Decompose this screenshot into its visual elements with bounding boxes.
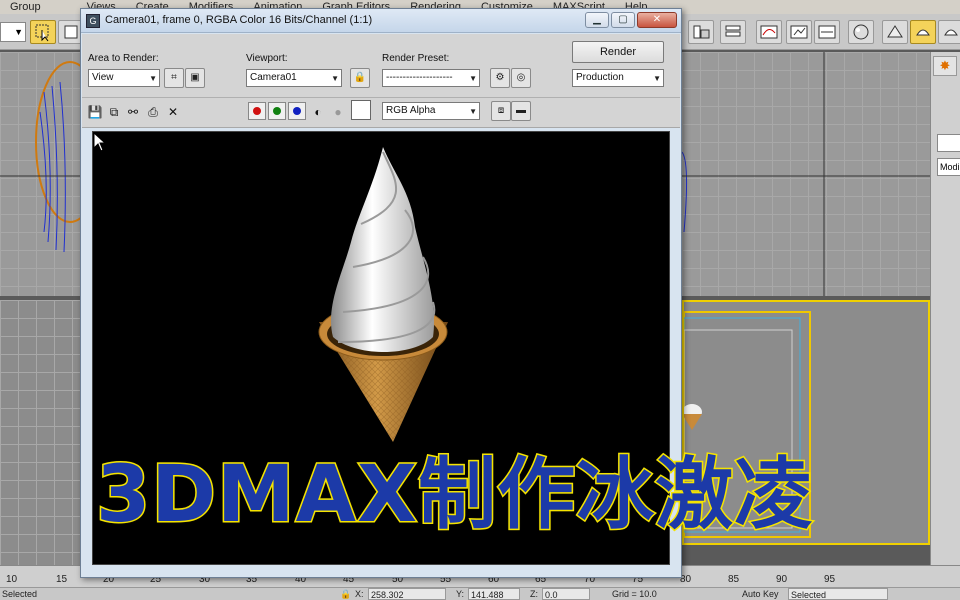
mouse-cursor-icon (93, 132, 107, 152)
area-to-render-dropdown[interactable]: View ▼ (88, 69, 160, 87)
production-dropdown[interactable]: Production ▼ (572, 69, 664, 87)
selection-status: Selected (2, 589, 38, 599)
clear-icon[interactable]: ✕ (164, 103, 182, 121)
minimize-button[interactable]: ▁ (585, 12, 609, 28)
command-panel: ✸ Modi (930, 52, 960, 565)
layer-manager-button[interactable] (720, 20, 746, 44)
lock-viewport-button[interactable]: 🔒 (350, 68, 370, 88)
render-setup-button[interactable] (882, 20, 908, 44)
viewport-value: Camera01 (250, 72, 297, 83)
monochrome-icon[interactable]: ● (329, 103, 347, 121)
grid-size-status: Grid = 10.0 (612, 589, 657, 599)
viewport-label: Viewport: (246, 53, 288, 64)
align-button[interactable] (688, 20, 714, 44)
auto-region-button[interactable]: ▣ (185, 68, 205, 88)
dropdown-arrow-icon: ▼ (469, 74, 477, 83)
viewport-top-right[interactable] (682, 52, 930, 296)
clone-frame-icon[interactable]: ⚯ (124, 103, 142, 121)
key-filter-dropdown[interactable]: Selected (788, 588, 888, 600)
schematic-view-button[interactable] (786, 20, 812, 44)
x-coordinate-field[interactable]: 258.302 (368, 588, 446, 600)
blue-channel-toggle[interactable] (288, 102, 306, 120)
alpha-channel-icon[interactable]: ◐ (309, 103, 327, 121)
z-label: Z: (530, 589, 538, 599)
dropdown-arrow-icon: ▼ (149, 74, 157, 83)
x-coordinate-value: 258.302 (371, 590, 404, 600)
create-tab-icon[interactable]: ✸ (933, 56, 957, 76)
z-coordinate-field[interactable]: 0.0 (542, 588, 590, 600)
tick-label: 95 (824, 574, 836, 585)
y-label: Y: (456, 589, 465, 599)
quick-render-button[interactable] (938, 20, 960, 44)
z-coordinate-value: 0.0 (545, 590, 558, 600)
selection-filter-dropdown[interactable]: ▼ (0, 22, 26, 42)
y-coordinate-field[interactable]: 141.488 (468, 588, 520, 600)
toggle-ui-button[interactable]: ▬ (511, 101, 531, 121)
render-setup-button[interactable]: ⚙ (490, 68, 510, 88)
render-button[interactable]: Render (572, 41, 664, 63)
video-title-overlay: 3DMAX制作冰激凌 (94, 449, 814, 542)
dope-sheet-button[interactable] (814, 20, 840, 44)
tick-label: 15 (56, 574, 68, 585)
3dsmax-app-icon: G (86, 14, 100, 28)
dropdown-arrow-icon: ▼ (331, 74, 339, 83)
key-filter-value: Selected (791, 590, 827, 600)
toolbar-divider (82, 97, 680, 98)
wireframe-cone-right (682, 52, 930, 296)
tick-label: 90 (776, 574, 788, 585)
edit-region-button[interactable]: ⌗ (164, 68, 184, 88)
y-coordinate-value: 141.488 (471, 590, 504, 600)
area-to-render-label: Area to Render: (88, 53, 159, 64)
save-image-icon[interactable]: 💾 (86, 103, 104, 121)
window-title: Camera01, frame 0, RGBA Color 16 Bits/Ch… (105, 14, 373, 26)
green-channel-toggle[interactable] (268, 102, 286, 120)
viewport-grid (0, 300, 80, 565)
tick-label: 10 (6, 574, 18, 585)
select-object-button[interactable] (30, 20, 56, 44)
production-value: Production (576, 72, 624, 83)
modifier-list-dropdown[interactable]: Modi (937, 158, 960, 176)
swirl-cream (330, 147, 434, 352)
object-name-field[interactable] (937, 134, 960, 152)
display-channel-value: RGB Alpha (386, 105, 436, 116)
menu-group[interactable]: Group (0, 1, 51, 13)
area-to-render-value: View (92, 72, 114, 83)
lock-selection-icon[interactable]: 🔒 (340, 589, 351, 600)
window-titlebar[interactable]: G Camera01, frame 0, RGBA Color 16 Bits/… (81, 9, 681, 33)
dropdown-arrow-icon: ▼ (653, 74, 661, 83)
viewport-top-left[interactable] (0, 52, 80, 296)
close-button[interactable]: ✕ (637, 12, 677, 28)
curve-editor-button[interactable] (756, 20, 782, 44)
render-preset-label: Render Preset: (382, 53, 450, 64)
viewport-bottom-left[interactable] (0, 300, 80, 565)
render-preset-dropdown[interactable]: -------------------- ▼ (382, 69, 480, 87)
maximize-button[interactable]: ▢ (611, 12, 635, 28)
x-label: X: (355, 589, 364, 599)
material-editor-button[interactable] (848, 20, 874, 44)
render-production-button[interactable] (910, 20, 936, 44)
display-channel-dropdown[interactable]: RGB Alpha ▼ (382, 102, 480, 120)
toggle-ui-overlay-button[interactable]: ⧈ (491, 101, 511, 121)
background-color-swatch[interactable] (351, 100, 371, 120)
auto-key-button[interactable]: Auto Key (742, 589, 779, 599)
wireframe-cone-left (0, 61, 80, 253)
viewport-dropdown[interactable]: Camera01 ▼ (246, 69, 342, 87)
copy-image-icon[interactable]: ⧉ (105, 103, 123, 121)
environment-effects-button[interactable]: ◎ (511, 68, 531, 88)
status-bar: Selected 🔒 X: 258.302 Y: 141.488 Z: 0.0 … (0, 587, 960, 600)
render-preset-value: -------------------- (386, 72, 453, 83)
dropdown-arrow-icon: ▼ (469, 107, 477, 116)
tick-label: 85 (728, 574, 740, 585)
print-image-icon[interactable]: ⎙ (144, 103, 162, 121)
red-channel-toggle[interactable] (248, 102, 266, 120)
